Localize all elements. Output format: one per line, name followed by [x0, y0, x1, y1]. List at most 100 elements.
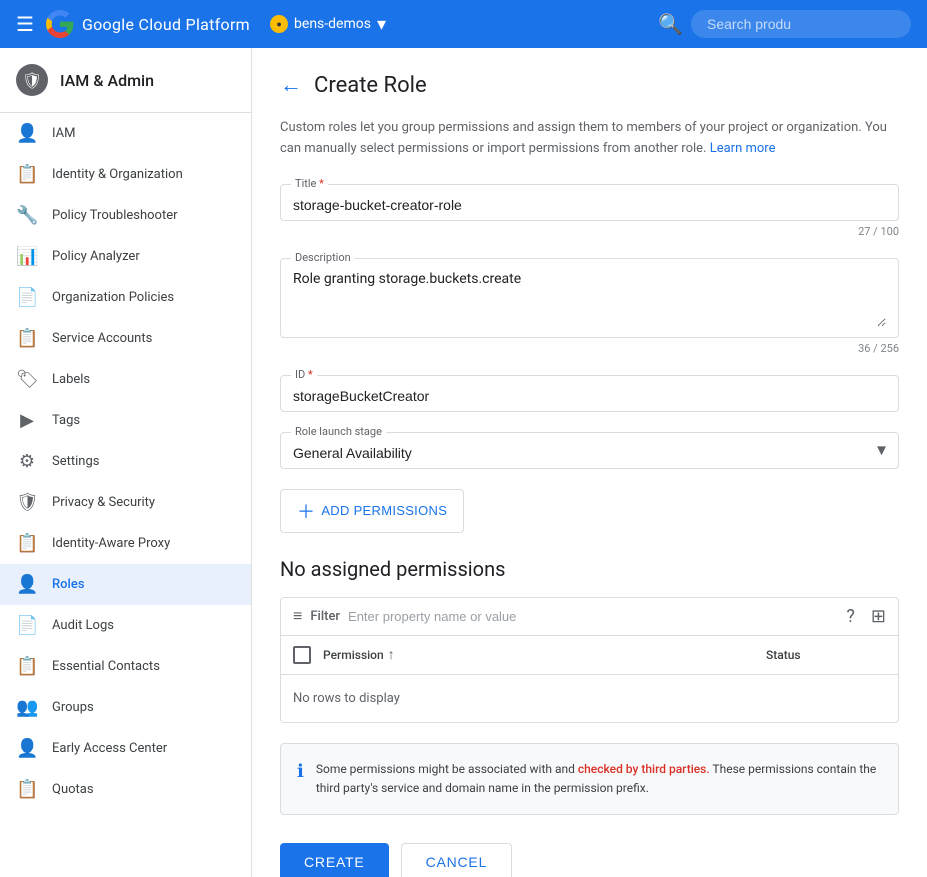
- privacy-security-icon: 🛡: [16, 492, 38, 513]
- id-field: ID *: [280, 375, 899, 412]
- search-area: 🔍: [658, 10, 911, 38]
- sidebar-title: IAM & Admin: [60, 71, 154, 90]
- select-all-checkbox[interactable]: [293, 646, 311, 664]
- help-icon[interactable]: ?: [846, 606, 855, 627]
- filter-label: Filter: [310, 609, 340, 624]
- filter-actions: ? ⊞: [846, 606, 886, 627]
- launch-stage-label: Role launch stage: [291, 425, 386, 438]
- sidebar-item-policy-troubleshooter[interactable]: 🔧 Policy Troubleshooter: [0, 195, 251, 236]
- early-access-center-icon: 👤: [16, 738, 38, 759]
- sidebar-item-roles[interactable]: 👤 Roles: [0, 564, 251, 605]
- status-column-header: Status: [766, 648, 886, 662]
- add-permissions-button[interactable]: ＋ ADD PERMISSIONS: [280, 489, 464, 533]
- sidebar-item-label: Identity & Organization: [52, 167, 183, 182]
- sidebar-item-label: Privacy & Security: [52, 495, 155, 510]
- sidebar-item-identity-aware-proxy[interactable]: 📋 Identity-Aware Proxy: [0, 523, 251, 564]
- project-selector[interactable]: ● bens-demos ▾: [270, 14, 386, 35]
- sidebar-header: 🛡 IAM & Admin: [0, 48, 251, 113]
- info-icon: ℹ: [297, 761, 304, 782]
- learn-more-link[interactable]: Learn more: [710, 141, 776, 156]
- info-description: Custom roles let you group permissions a…: [280, 118, 899, 160]
- filter-bar: ≡ Filter ? ⊞: [280, 597, 899, 636]
- sidebar-item-label: Organization Policies: [52, 290, 174, 305]
- sidebar-item-privacy-security[interactable]: 🛡 Privacy & Security: [0, 482, 251, 523]
- sidebar-item-label: Labels: [52, 372, 90, 387]
- sidebar: 🛡 IAM & Admin 👤 IAM 📋 Identity & Organiz…: [0, 48, 252, 877]
- sidebar-item-audit-logs[interactable]: 📄 Audit Logs: [0, 605, 251, 646]
- essential-contacts-icon: 📋: [16, 656, 38, 677]
- page-header: ← Create Role: [280, 72, 899, 98]
- settings-icon: ⚙: [16, 451, 38, 472]
- quotas-icon: 📋: [16, 779, 38, 800]
- add-permissions-label: ADD PERMISSIONS: [321, 503, 447, 518]
- sidebar-item-tags[interactable]: ▶ Tags: [0, 400, 251, 441]
- sidebar-item-early-access-center[interactable]: 👤 Early Access Center: [0, 728, 251, 769]
- description-counter: 36 / 256: [280, 342, 899, 355]
- description-label: Description: [291, 251, 355, 264]
- project-icon: ●: [270, 15, 288, 33]
- project-name: bens-demos: [294, 16, 371, 32]
- sidebar-item-label: Essential Contacts: [52, 659, 160, 674]
- back-button[interactable]: ←: [280, 72, 302, 98]
- sidebar-item-iam[interactable]: 👤 IAM: [0, 113, 251, 154]
- sidebar-item-service-accounts[interactable]: 📋 Service Accounts: [0, 318, 251, 359]
- sidebar-item-label: Policy Troubleshooter: [52, 208, 178, 223]
- info-box-text: Some permissions might be associated wit…: [316, 760, 882, 798]
- sidebar-item-label: Roles: [52, 577, 85, 592]
- main-content: ← Create Role Custom roles let you group…: [252, 48, 927, 877]
- launch-stage-field: Role launch stage AlphaBetaGeneral Avail…: [280, 432, 899, 469]
- description-field: Description Role granting storage.bucket…: [280, 258, 899, 355]
- org-policies-icon: 📄: [16, 287, 38, 308]
- labels-icon: 🏷: [16, 369, 38, 390]
- description-textarea[interactable]: Role granting storage.buckets.create: [293, 267, 886, 327]
- permissions-table: Permission ↑ Status No rows to display: [280, 636, 899, 723]
- id-label: ID *: [291, 368, 317, 381]
- search-input[interactable]: [691, 10, 911, 38]
- policy-troubleshooter-icon: 🔧: [16, 205, 38, 226]
- filter-icon: ≡: [293, 606, 302, 626]
- sidebar-item-label: Groups: [52, 700, 94, 715]
- title-label: Title *: [291, 177, 328, 190]
- title-counter: 27 / 100: [280, 225, 899, 238]
- title-field: Title * 27 / 100: [280, 184, 899, 238]
- iam-admin-icon: 🛡: [16, 64, 48, 96]
- sidebar-item-identity-org[interactable]: 📋 Identity & Organization: [0, 154, 251, 195]
- title-input[interactable]: [293, 193, 886, 213]
- cancel-button[interactable]: CANCEL: [401, 843, 513, 877]
- filter-input[interactable]: [348, 609, 838, 624]
- service-accounts-icon: 📋: [16, 328, 38, 349]
- sidebar-item-label: Audit Logs: [52, 618, 114, 633]
- columns-icon[interactable]: ⊞: [871, 606, 886, 627]
- sidebar-item-label: IAM: [52, 126, 75, 141]
- topbar: ☰ Google Cloud Platform ● bens-demos ▾ 🔍: [0, 0, 927, 48]
- sidebar-item-label: Quotas: [52, 782, 94, 797]
- sidebar-item-labels[interactable]: 🏷 Labels: [0, 359, 251, 400]
- sidebar-item-essential-contacts[interactable]: 📋 Essential Contacts: [0, 646, 251, 687]
- launch-stage-select[interactable]: AlphaBetaGeneral AvailabilityDisabled: [293, 441, 886, 461]
- sidebar-item-settings[interactable]: ⚙ Settings: [0, 441, 251, 482]
- groups-icon: 👥: [16, 697, 38, 718]
- create-button[interactable]: CREATE: [280, 843, 389, 877]
- sidebar-item-quotas[interactable]: 📋 Quotas: [0, 769, 251, 810]
- page-title: Create Role: [314, 73, 427, 98]
- plus-icon: ＋: [297, 498, 315, 524]
- sort-icon[interactable]: ↑: [388, 646, 395, 663]
- sidebar-item-policy-analyzer[interactable]: 📊 Policy Analyzer: [0, 236, 251, 277]
- app-name: Google Cloud Platform: [82, 15, 250, 34]
- permission-column-header: Permission ↑: [323, 646, 754, 663]
- sidebar-item-org-policies[interactable]: 📄 Organization Policies: [0, 277, 251, 318]
- sidebar-item-label: Policy Analyzer: [52, 249, 140, 264]
- search-icon[interactable]: 🔍: [658, 12, 683, 36]
- policy-analyzer-icon: 📊: [16, 246, 38, 267]
- sidebar-item-label: Service Accounts: [52, 331, 152, 346]
- menu-icon[interactable]: ☰: [16, 12, 34, 36]
- layout: 🛡 IAM & Admin 👤 IAM 📋 Identity & Organiz…: [0, 48, 927, 877]
- app-logo: Google Cloud Platform: [46, 10, 250, 38]
- tags-icon: ▶: [16, 410, 38, 431]
- sidebar-item-groups[interactable]: 👥 Groups: [0, 687, 251, 728]
- audit-logs-icon: 📄: [16, 615, 38, 636]
- permissions-section-title: No assigned permissions: [280, 557, 899, 581]
- id-input[interactable]: [293, 384, 886, 404]
- sidebar-item-label: Tags: [52, 413, 80, 428]
- identity-aware-proxy-icon: 📋: [16, 533, 38, 554]
